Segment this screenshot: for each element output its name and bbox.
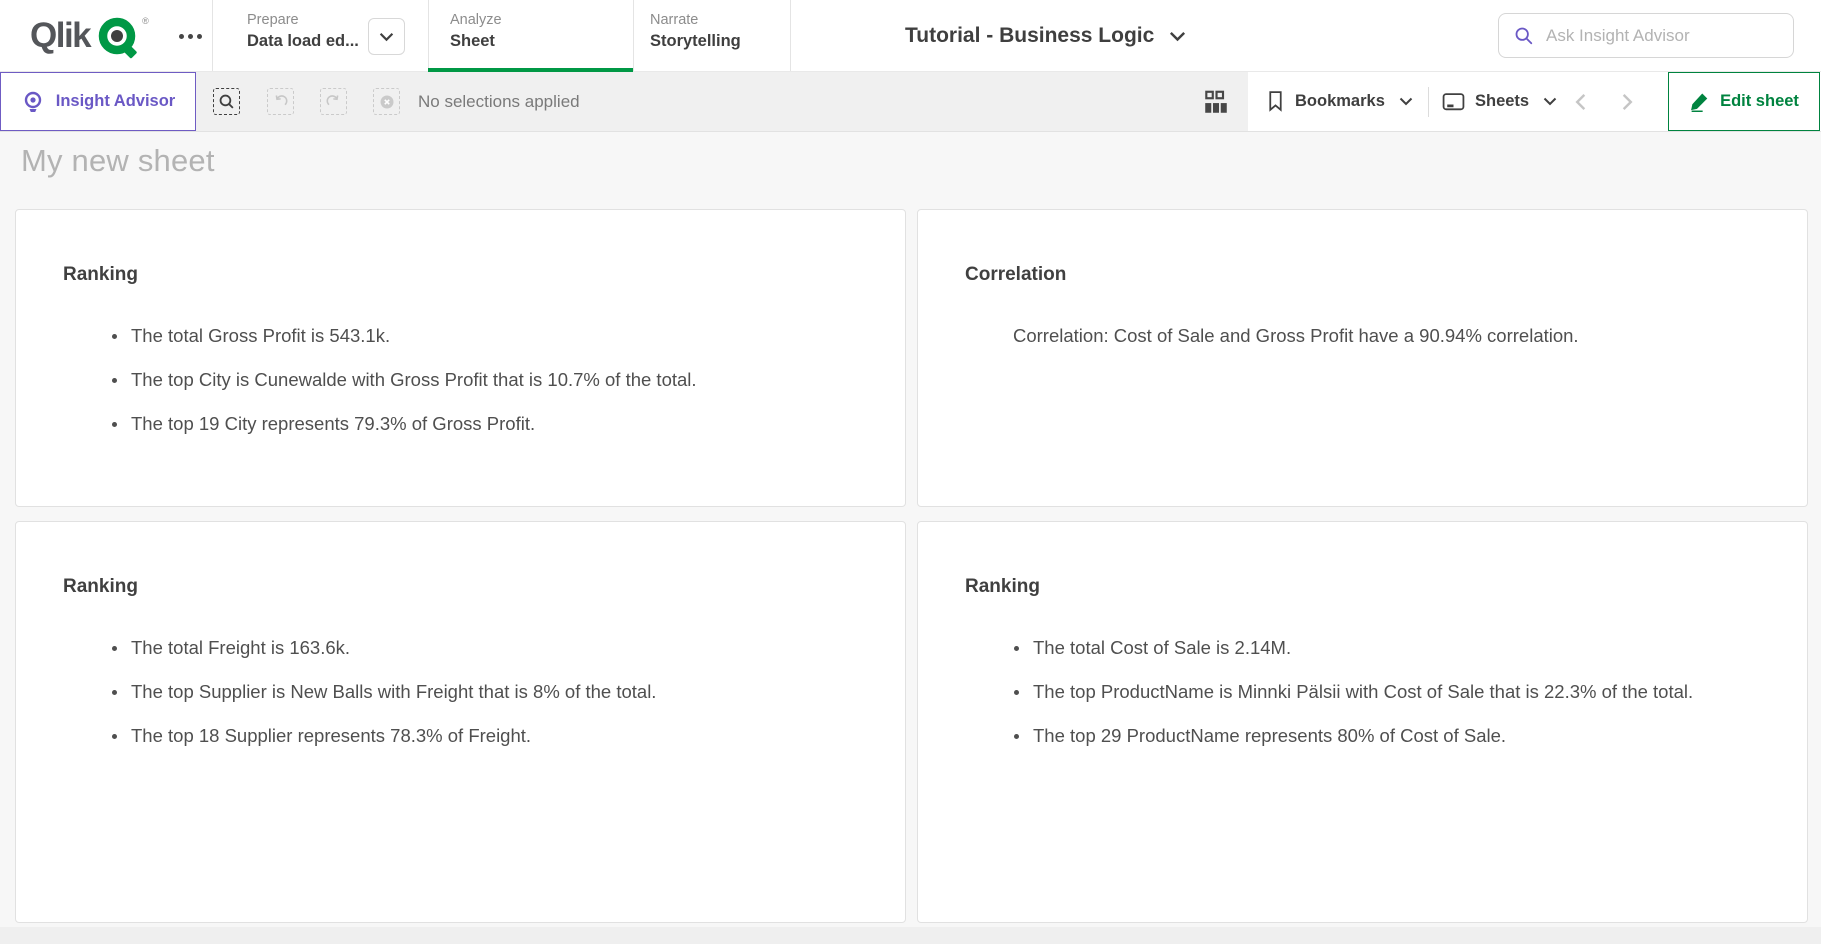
card-title: Correlation xyxy=(965,264,1807,286)
sheet-title: My new sheet xyxy=(21,143,215,179)
prepare-dropdown-button[interactable] xyxy=(368,18,405,55)
search-icon xyxy=(1514,26,1534,46)
qlik-logo[interactable]: Qlik ® xyxy=(30,0,149,72)
toolbar-divider xyxy=(1428,87,1429,117)
tab-analyze-section: Analyze xyxy=(450,12,502,28)
insight-bullet-list: The total Gross Profit is 543.1k. The to… xyxy=(16,314,905,446)
bookmark-icon xyxy=(1266,90,1285,113)
card-title: Ranking xyxy=(63,576,905,598)
insight-bullet-list: The total Freight is 163.6k. The top Sup… xyxy=(16,626,905,758)
bottom-scroll-track xyxy=(0,927,1821,944)
insight-bullet: The total Freight is 163.6k. xyxy=(16,626,905,670)
selections-status: No selections applied xyxy=(418,72,580,131)
chevron-left-icon[interactable] xyxy=(1575,72,1586,131)
app-title: Tutorial - Business Logic xyxy=(905,24,1154,48)
tab-prepare-item: Data load ed... xyxy=(247,32,359,51)
toolbar: Insight Advisor No selections applied xyxy=(0,72,1821,132)
edit-sheet-label: Edit sheet xyxy=(1720,92,1799,111)
grid-view-icon[interactable] xyxy=(1202,72,1230,131)
tab-prepare[interactable]: Prepare Data load ed... xyxy=(212,0,428,72)
edit-pencil-icon xyxy=(1689,91,1710,112)
insight-bullet: The total Gross Profit is 543.1k. xyxy=(16,314,905,358)
insight-bullet: The total Cost of Sale is 2.14M. xyxy=(918,626,1807,670)
qlik-wordmark: Qlik xyxy=(30,16,90,56)
top-header-bar: Qlik ® Prepare Data load ed... Analyze S… xyxy=(0,0,1821,72)
qlik-q-icon xyxy=(96,13,142,61)
insight-card-ranking-freight[interactable]: Ranking The total Freight is 163.6k. The… xyxy=(15,521,906,923)
insight-advisor-icon xyxy=(21,90,45,114)
insight-bullet: The top 18 Supplier represents 78.3% of … xyxy=(16,714,905,758)
bookmarks-button[interactable]: Bookmarks xyxy=(1266,72,1413,131)
edit-sheet-button[interactable]: Edit sheet xyxy=(1668,72,1820,131)
chevron-down-icon xyxy=(1399,97,1413,106)
sheets-label: Sheets xyxy=(1475,92,1529,111)
card-title: Ranking xyxy=(63,264,905,286)
insight-bullet: The top City is Cunewalde with Gross Pro… xyxy=(16,358,905,402)
tab-narrate-item: Storytelling xyxy=(650,32,741,51)
tab-analyze-item: Sheet xyxy=(450,32,495,51)
insight-card-ranking-cost-of-sale[interactable]: Ranking The total Cost of Sale is 2.14M.… xyxy=(917,521,1808,923)
selection-search-icon[interactable] xyxy=(213,88,240,115)
sheets-icon xyxy=(1442,92,1465,112)
more-menu-icon[interactable] xyxy=(172,0,208,72)
undo-selection-icon[interactable] xyxy=(267,88,294,115)
bookmarks-label: Bookmarks xyxy=(1295,92,1385,111)
chevron-right-icon[interactable] xyxy=(1622,72,1633,131)
search-input[interactable] xyxy=(1546,26,1776,46)
chevron-down-icon xyxy=(1543,97,1557,106)
clear-selections-icon[interactable] xyxy=(373,88,400,115)
registered-mark: ® xyxy=(142,16,149,26)
tab-prepare-section: Prepare xyxy=(247,12,299,28)
insight-advisor-label: Insight Advisor xyxy=(56,92,175,111)
insight-bullet: The top 29 ProductName represents 80% of… xyxy=(918,714,1807,758)
insight-card-ranking-gross-profit[interactable]: Ranking The total Gross Profit is 543.1k… xyxy=(15,209,906,507)
insight-bullet-list: The total Cost of Sale is 2.14M. The top… xyxy=(918,626,1807,758)
sheets-button[interactable]: Sheets xyxy=(1442,72,1557,131)
insight-bullet: The top 19 City represents 79.3% of Gros… xyxy=(16,402,905,446)
tab-narrate[interactable]: Narrate Storytelling xyxy=(633,0,790,72)
app-title-menu[interactable]: Tutorial - Business Logic xyxy=(905,0,1186,72)
sheet-area: My new sheet Ranking The total Gross Pro… xyxy=(0,132,1821,944)
tab-analyze[interactable]: Analyze Sheet xyxy=(428,0,633,72)
chevron-down-icon xyxy=(379,32,394,42)
insight-bullet: The top ProductName is Minnki Pälsii wit… xyxy=(918,670,1807,714)
tab-narrate-section: Narrate xyxy=(650,12,698,28)
header-divider xyxy=(790,0,791,71)
card-title: Ranking xyxy=(965,576,1807,598)
insight-advisor-button[interactable]: Insight Advisor xyxy=(0,72,196,131)
redo-selection-icon[interactable] xyxy=(320,88,347,115)
insight-text: Correlation: Cost of Sale and Gross Prof… xyxy=(1013,314,1807,358)
chevron-down-icon xyxy=(1169,31,1186,42)
insight-bullet: The top Supplier is New Balls with Freig… xyxy=(16,670,905,714)
insight-advisor-search[interactable] xyxy=(1498,13,1794,58)
insight-card-correlation[interactable]: Correlation Correlation: Cost of Sale an… xyxy=(917,209,1808,507)
